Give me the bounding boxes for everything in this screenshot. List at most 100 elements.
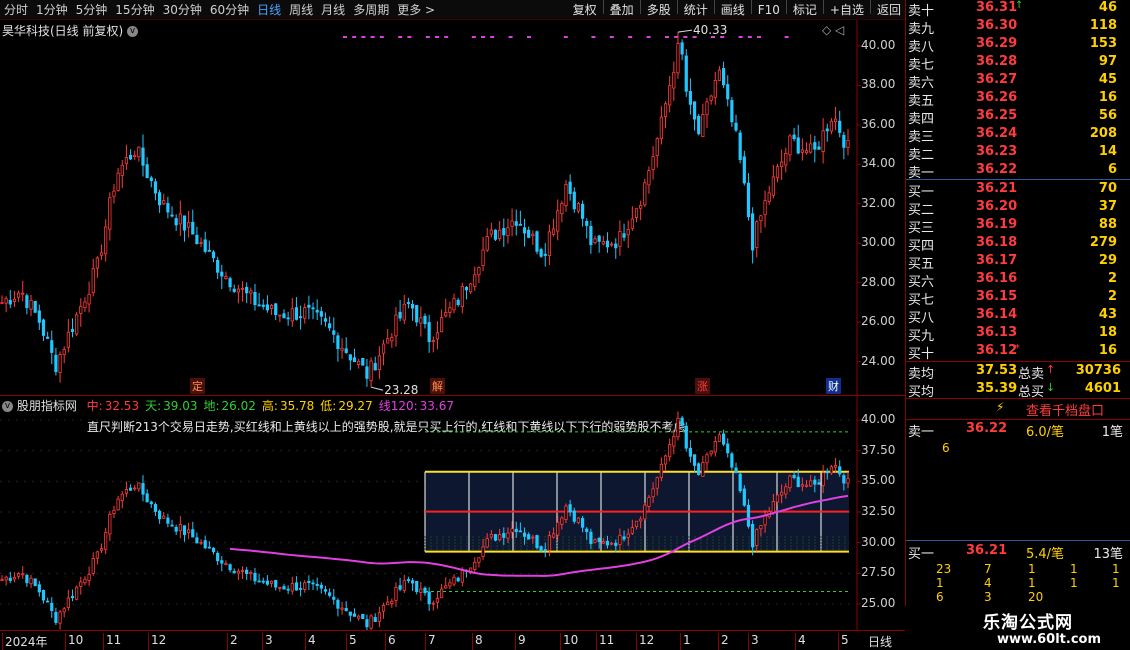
- view-depth-button[interactable]: ⚡ 查看千档盘口: [906, 399, 1130, 419]
- candle-body: [104, 226, 108, 255]
- candle-body: [676, 418, 680, 438]
- kline-chart: 40.33 23.28: [0, 20, 861, 395]
- toolbar-button[interactable]: +自选: [826, 0, 868, 20]
- candle-body: [622, 233, 626, 238]
- depth-row[interactable]: 买一 36.21 5.4/笔 13笔: [906, 543, 1130, 562]
- candle-body: [12, 298, 17, 303]
- candle-body: [278, 586, 282, 589]
- order-level-label: 卖六: [908, 76, 935, 91]
- toolbar-button[interactable]: 多股: [643, 0, 675, 20]
- toolbar: 分时 1分钟 5分钟 15分钟 30分钟 60分钟 日线 周线 月线 多周期 更多 > 复权 叠加 多股…: [0, 0, 905, 20]
- order-volume: 279: [1089, 235, 1117, 250]
- period-tab[interactable]: 日线: [253, 0, 285, 20]
- order-book-row[interactable]: 卖一 36.22 6: [906, 162, 1130, 181]
- order-book-row[interactable]: 买五 36.17 29: [906, 253, 1130, 272]
- indicator-panel[interactable]: v 股朋指标网 中: 32.53 天: 39.03 地: 26.02 高: 35.78 低: 29…: [0, 395, 905, 631]
- candle-body: [701, 462, 705, 477]
- candle-body: [522, 532, 527, 537]
- order-book-row[interactable]: 买一 36.21 70: [906, 181, 1130, 200]
- period-tab[interactable]: 多周期: [349, 0, 393, 20]
- toolbar-button[interactable]: 标记: [789, 0, 821, 20]
- candle-body: [199, 541, 203, 544]
- toolbar-button[interactable]: 画线: [717, 0, 749, 20]
- candle-body: [655, 138, 659, 156]
- candle-body: [746, 504, 751, 527]
- candle-body: [580, 203, 585, 219]
- period-tab[interactable]: 更多 >: [393, 0, 439, 20]
- order-volume: 2: [1107, 289, 1117, 304]
- candle-body: [112, 509, 116, 514]
- candle-body: [228, 564, 232, 571]
- period-tab[interactable]: 60分钟: [206, 0, 253, 20]
- candle-body: [676, 43, 680, 74]
- order-book-row[interactable]: 买三 36.19 88: [906, 217, 1130, 236]
- toolbar-button[interactable]: 返回: [873, 0, 905, 20]
- depth-row[interactable]: 卖一 36.22 6.0/笔 1笔: [906, 421, 1130, 440]
- candle-body: [751, 523, 755, 548]
- order-book-row[interactable]: 卖十 36.31 ↑ 46: [906, 0, 1130, 19]
- candle-body: [91, 268, 95, 293]
- candle-body: [813, 142, 817, 150]
- order-level-label: 买六: [908, 275, 935, 290]
- candle-body: [522, 227, 527, 234]
- candle-body: [46, 600, 50, 603]
- period-tab[interactable]: 30分钟: [159, 0, 206, 20]
- date-tick-label: 1: [680, 633, 691, 650]
- candle-body: [531, 233, 535, 237]
- order-book-row[interactable]: 买九 36.13 18: [906, 325, 1130, 344]
- candle-body: [191, 221, 195, 235]
- depth-quantity: 7: [984, 562, 992, 576]
- period-tab[interactable]: 月线: [317, 0, 349, 20]
- order-book-row[interactable]: 卖五 36.26 16: [906, 90, 1130, 109]
- order-book-row[interactable]: 卖二 36.23 14: [906, 144, 1130, 163]
- order-book-row[interactable]: 卖九 36.30 118: [906, 18, 1130, 37]
- candle-body: [29, 577, 33, 585]
- candle-body: [481, 249, 485, 266]
- order-book-row[interactable]: 买十 36.12 * 16: [906, 343, 1130, 362]
- order-volume: 43: [1098, 307, 1117, 322]
- event-tag[interactable]: 财: [826, 378, 841, 394]
- candle-body: [580, 518, 585, 528]
- signal-dot: [757, 36, 761, 38]
- candle-body: [448, 582, 452, 587]
- candle-body: [410, 303, 415, 309]
- period-tab[interactable]: 周线: [285, 0, 317, 20]
- candle-body: [377, 355, 381, 371]
- order-book-row[interactable]: 买六 36.16 2: [906, 271, 1130, 290]
- period-tab[interactable]: 分时: [0, 0, 32, 20]
- candle-body: [25, 295, 29, 309]
- event-tag[interactable]: 定: [190, 378, 205, 394]
- toolbar-button[interactable]: F10: [754, 0, 784, 20]
- kline-panel[interactable]: 昊华科技(日线 前复权) v ◇ ◁ 40.33 23.28 40.00 38.00…: [0, 20, 905, 395]
- candle-body: [751, 213, 755, 251]
- price-tick-label: 26.00: [861, 314, 896, 329]
- order-price: 36.28: [976, 54, 1018, 69]
- order-book-row[interactable]: 买七 36.15 2: [906, 289, 1130, 308]
- order-book-row[interactable]: 卖七 36.28 97: [906, 54, 1130, 73]
- candle-body: [651, 488, 655, 498]
- order-book-row[interactable]: 买二 36.20 37: [906, 199, 1130, 218]
- toolbar-button[interactable]: 统计: [680, 0, 712, 20]
- order-book-row[interactable]: 买四 36.18 279: [906, 235, 1130, 254]
- candle-body: [149, 501, 153, 505]
- order-book-row[interactable]: 卖三 36.24 208: [906, 126, 1130, 145]
- candle-body: [83, 301, 87, 309]
- event-tag[interactable]: 解: [430, 378, 445, 394]
- order-book-row[interactable]: 卖六 36.27 45: [906, 72, 1130, 91]
- candle-body: [527, 534, 531, 540]
- candle-body: [352, 613, 357, 617]
- date-tick-label: 11: [596, 633, 614, 650]
- order-book-row[interactable]: 买八 36.14 43: [906, 307, 1130, 326]
- period-tab[interactable]: 5分钟: [72, 0, 112, 20]
- order-book-row[interactable]: 卖四 36.25 56: [906, 108, 1130, 127]
- candle-body: [62, 349, 66, 355]
- period-tab[interactable]: 1分钟: [32, 0, 72, 20]
- event-tag[interactable]: 涨: [695, 378, 710, 394]
- period-tab[interactable]: 15分钟: [111, 0, 158, 20]
- candle-body: [232, 288, 236, 292]
- toolbar-button[interactable]: 复权: [569, 0, 601, 20]
- order-book-row[interactable]: 卖八 36.29 153: [906, 36, 1130, 55]
- candle-body: [846, 478, 850, 484]
- candle-body: [551, 228, 556, 235]
- toolbar-button[interactable]: 叠加: [606, 0, 638, 20]
